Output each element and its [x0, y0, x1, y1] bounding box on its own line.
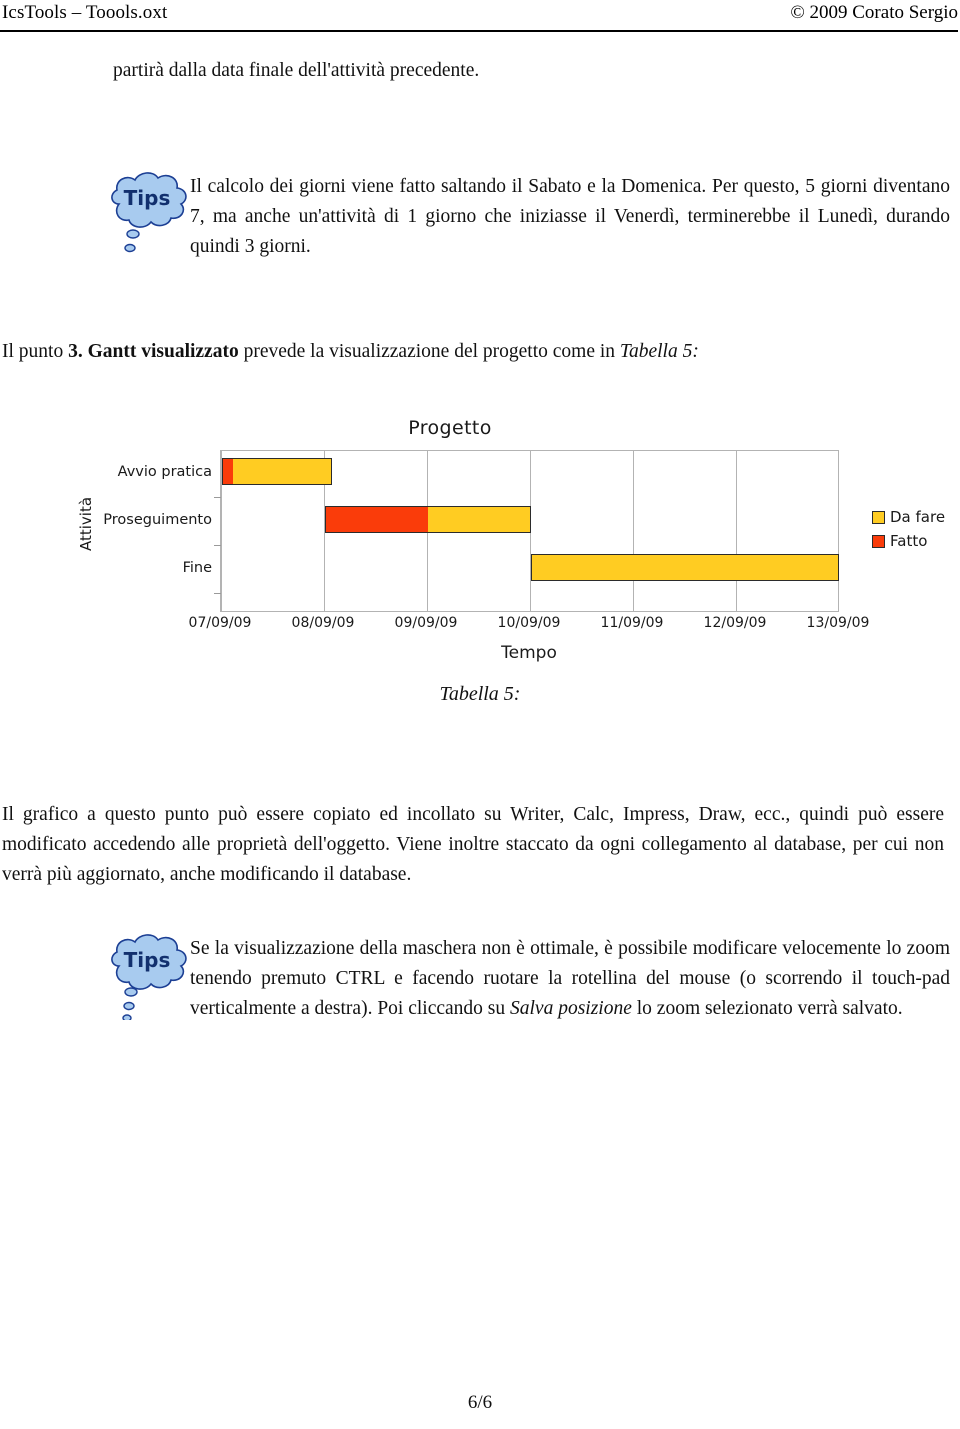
page-header: IcsTools – Toools.oxt © 2009 Corato Serg…	[0, 0, 960, 36]
legend-item-fatto: Fatto	[872, 529, 960, 553]
tips-icon-label: Tips	[124, 948, 171, 972]
tips-2-italic-term: Salva posizione	[510, 998, 632, 1019]
x-tick-label-3: 10/09/09	[497, 615, 561, 631]
legend-item-da-fare: Da fare	[872, 505, 960, 529]
y-minor-tick-1	[214, 497, 221, 498]
x-tick-label-6: 13/09/09	[806, 615, 870, 631]
chart-legend: Da fare Fatto	[872, 505, 960, 553]
y-tick-proseguimento: Proseguimento	[103, 512, 212, 528]
legend-label-da-fare: Da fare	[890, 508, 946, 526]
y-minor-tick-3	[214, 593, 221, 594]
chart-title: Progetto	[408, 417, 492, 439]
punto3-prefix: Il punto	[2, 341, 69, 362]
y-minor-tick-2	[214, 545, 221, 546]
x-tick-label-1: 08/09/09	[291, 615, 355, 631]
bar-avvio-pratica-da-fare	[233, 458, 332, 485]
tips-icon-label: Tips	[124, 186, 171, 210]
punto3-middle: prevede la visualizzazione del progetto …	[238, 341, 620, 362]
gridline-day-5	[736, 451, 737, 611]
legend-swatch-da-fare	[872, 510, 885, 524]
x-tick-label-2: 09/09/09	[394, 615, 458, 631]
page-number-footer: 6/6	[467, 1392, 493, 1413]
tips-text-2: Se la visualizzazione della maschera non…	[190, 934, 950, 1024]
tips-cloud-icon: Tips	[105, 928, 193, 1022]
x-tick-label-0: 07/09/09	[188, 615, 252, 631]
punto3-table-reference: Tabella 5:	[619, 341, 699, 362]
paragraph-punto-3: Il punto 3. Gantt visualizzato prevede l…	[2, 337, 882, 367]
bar-fine-da-fare	[531, 554, 839, 581]
chart-y-tick-labels: Avvio pratica Proseguimento Fine	[60, 450, 212, 610]
header-divider	[0, 30, 958, 32]
y-tick-avvio-pratica: Avvio pratica	[117, 464, 212, 480]
paragraph-grafico: Il grafico a questo punto può essere cop…	[2, 804, 944, 885]
header-copyright: © 2009 Corato Sergio	[790, 2, 958, 23]
gridline-day-6	[838, 451, 839, 611]
tips-cloud-icon: Tips	[105, 166, 193, 258]
gridline-day-4	[633, 451, 634, 611]
bar-avvio-pratica-fatto	[222, 458, 233, 485]
punto3-bold-term: 3. Gantt visualizzato	[68, 341, 239, 362]
bar-proseguimento-da-fare	[428, 506, 531, 533]
bar-proseguimento-fatto	[325, 506, 428, 533]
legend-label-fatto: Fatto	[890, 532, 928, 550]
legend-swatch-fatto	[872, 534, 885, 548]
tips-text-1: Il calcolo dei giorni viene fatto saltan…	[190, 176, 950, 257]
x-tick-label-5: 12/09/09	[703, 615, 767, 631]
y-tick-fine: Fine	[182, 560, 212, 576]
header-document-title: IcsTools – Toools.oxt	[2, 2, 168, 23]
x-tick-label-4: 11/09/09	[600, 615, 664, 631]
chart-plot-area	[214, 450, 839, 612]
figure-caption: Tabella 5:	[439, 683, 521, 705]
tips-2-part-2: lo zoom selezionato verrà salvato.	[631, 998, 903, 1019]
gantt-chart: Progetto Attività Avvio pratica Prosegui…	[60, 415, 945, 670]
paragraph-continuation: partirà dalla data finale dell'attività …	[113, 60, 480, 81]
chart-x-axis-title: Tempo	[501, 643, 557, 663]
